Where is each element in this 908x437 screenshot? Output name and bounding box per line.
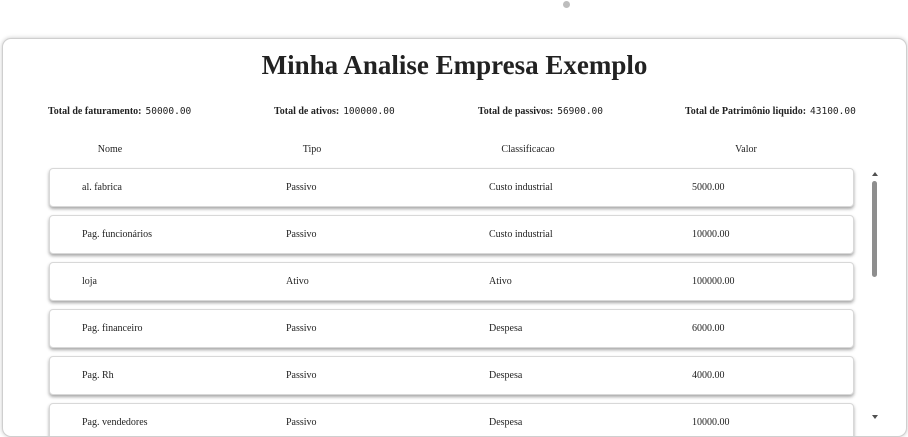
total-patrimonio-label: Total de Patrimônio liquido: [685, 106, 807, 117]
header-nome: Nome [97, 144, 123, 155]
table-row[interactable]: loja Ativo Ativo 100000.00 [49, 262, 854, 301]
total-patrimonio-value: 43100.00 [810, 106, 856, 117]
total-faturamento-label: Total de faturamento: [48, 106, 142, 117]
total-passivos-label: Total de passivos: [478, 106, 554, 117]
cell-valor: 10000.00 [692, 229, 730, 240]
table-row[interactable]: Pag. vendedores Passivo Despesa 10000.00 [49, 403, 854, 436]
list-scrollbar[interactable] [869, 167, 881, 427]
scroll-up-arrow-icon[interactable] [872, 172, 878, 176]
total-ativos-label: Total de ativos: [274, 106, 340, 117]
header-valor: Valor [735, 144, 757, 155]
cell-valor: 10000.00 [692, 417, 730, 428]
cell-classificacao: Ativo [489, 276, 512, 287]
entries-list: al. fabrica Passivo Custo industrial 500… [3, 167, 871, 436]
analysis-card: Minha Analise Empresa Exemplo Total de f… [2, 38, 907, 437]
cell-valor: 6000.00 [692, 323, 725, 334]
total-faturamento-value: 50000.00 [145, 106, 192, 117]
cell-tipo: Passivo [286, 323, 317, 334]
table-row[interactable]: Pag. Rh Passivo Despesa 4000.00 [49, 356, 854, 395]
cell-classificacao: Despesa [489, 370, 523, 381]
header-tipo: Tipo [302, 144, 322, 155]
table-row[interactable]: al. fabrica Passivo Custo industrial 500… [49, 168, 854, 207]
page-title: Minha Analise Empresa Exemplo [261, 50, 648, 80]
cell-classificacao: Despesa [489, 323, 523, 334]
header-classificacao: Classificacao [501, 144, 555, 155]
cell-classificacao: Despesa [489, 417, 523, 428]
cell-tipo: Ativo [286, 276, 309, 287]
cell-tipo: Passivo [286, 229, 317, 240]
totals-bar: Total de faturamento: 50000.00 Total de a… [3, 106, 906, 122]
cell-classificacao: Custo industrial [489, 182, 553, 193]
cell-tipo: Passivo [286, 417, 317, 428]
cell-nome: loja [82, 276, 97, 287]
total-ativos-value: 100000.00 [343, 106, 395, 117]
total-passivos: Total de passivos: 56900.00 [478, 106, 603, 117]
table-row[interactable]: Pag. financeiro Passivo Despesa 6000.00 [49, 309, 854, 348]
cell-valor: 5000.00 [692, 182, 725, 193]
cell-classificacao: Custo industrial [489, 229, 553, 240]
total-patrimonio: Total de Patrimônio liquido: 43100.00 [685, 106, 856, 117]
cell-valor: 100000.00 [692, 276, 735, 287]
cell-valor: 4000.00 [692, 370, 725, 381]
total-faturamento: Total de faturamento: 50000.00 [48, 106, 191, 117]
table-row[interactable]: Pag. funcionários Passivo Custo industri… [49, 215, 854, 254]
table-header: Nome Tipo Classificacao Valor [3, 144, 906, 158]
cell-tipo: Passivo [286, 182, 317, 193]
cell-nome: Pag. vendedores [82, 417, 148, 428]
scrollbar-thumb[interactable] [872, 181, 877, 277]
total-ativos: Total de ativos: 100000.00 [274, 106, 395, 117]
top-indicator-dot [563, 1, 570, 8]
cell-tipo: Passivo [286, 370, 317, 381]
cell-nome: al. fabrica [82, 182, 122, 193]
cell-nome: Pag. financeiro [82, 323, 143, 334]
total-passivos-value: 56900.00 [557, 106, 603, 117]
scroll-down-arrow-icon[interactable] [872, 415, 878, 419]
cell-nome: Pag. Rh [82, 370, 114, 381]
cell-nome: Pag. funcionários [82, 229, 152, 240]
